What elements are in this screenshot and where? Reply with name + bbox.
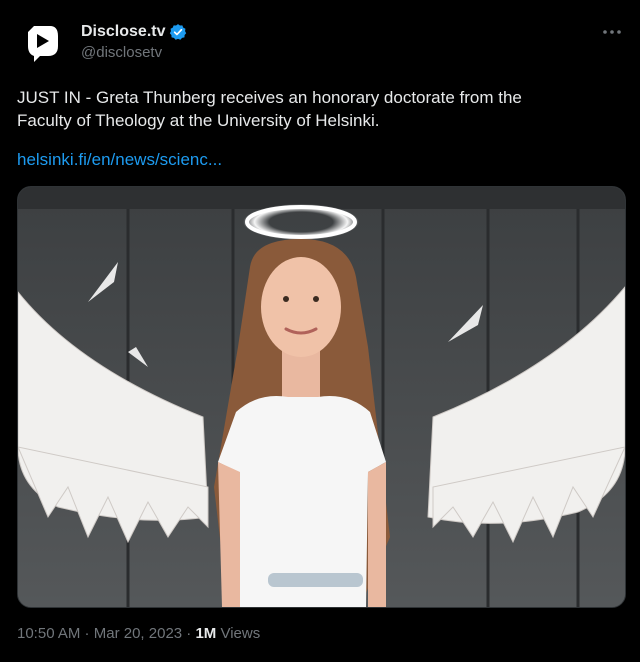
footer-separator: · [80,625,94,642]
tweet-date[interactable]: Mar 20, 2023 [94,625,182,642]
tweet-footer: 10:50 AM · Mar 20, 2023 · 1M Views [17,625,260,642]
more-horizontal-icon[interactable] [602,22,622,42]
tweet-link[interactable]: helsinki.fi/en/news/scienc... [17,150,222,170]
author-handle[interactable]: @disclosetv [81,44,162,61]
views-label: Views [216,625,261,642]
disclose-tv-logo-icon [28,26,58,62]
views-count[interactable]: 1M [195,625,216,642]
avatar[interactable] [18,18,66,66]
face [261,257,341,357]
verified-badge-icon [169,23,187,41]
belt [268,573,363,587]
footer-separator: · [182,625,196,642]
tweet-media-photo[interactable] [17,186,626,608]
author-display-name[interactable]: Disclose.tv [81,23,165,41]
author-name-row[interactable]: Disclose.tv [81,23,187,41]
halo [243,204,359,240]
tweet-header: Disclose.tv @disclosetv [0,0,640,80]
tweet-time[interactable]: 10:50 AM [17,625,80,642]
tweet-text: JUST IN - Greta Thunberg receives an hon… [17,88,522,130]
